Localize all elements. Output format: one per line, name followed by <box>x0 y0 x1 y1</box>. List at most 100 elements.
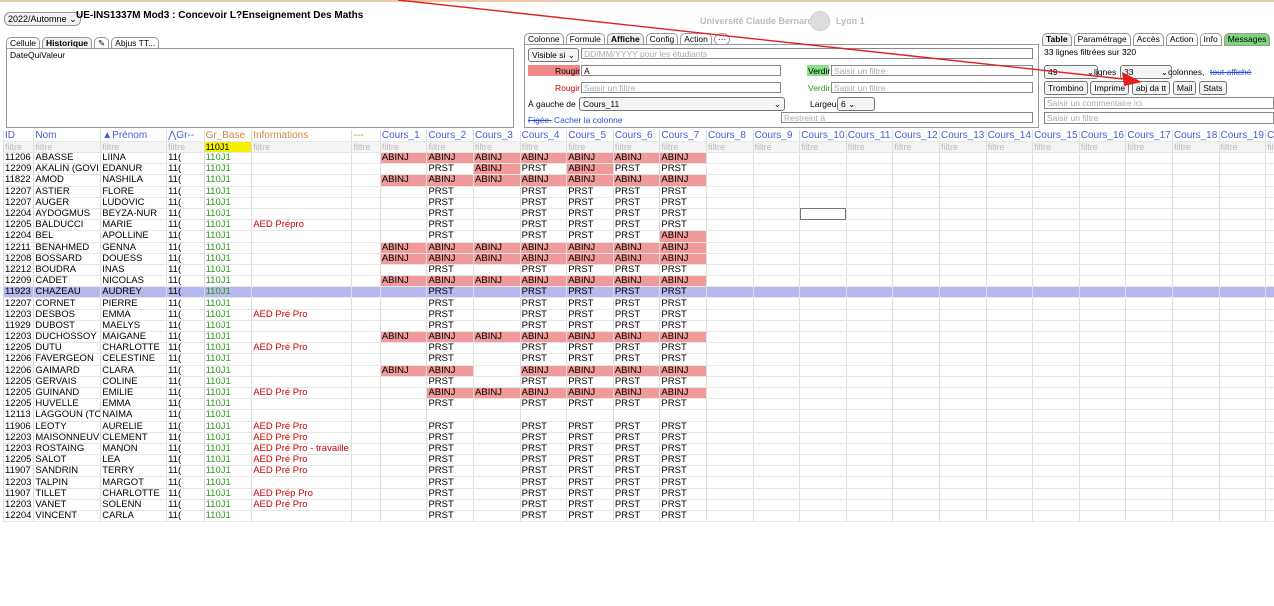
cell-cours-19[interactable] <box>1218 465 1266 478</box>
cell-id[interactable]: 12206 <box>2 365 34 377</box>
cell-cours-2[interactable]: PRST <box>426 432 474 444</box>
cell-separator[interactable] <box>351 454 381 467</box>
cell-cours-7[interactable]: ABINJ <box>659 365 707 377</box>
cell-cours-17[interactable] <box>1125 242 1173 254</box>
cell-informations[interactable] <box>251 242 352 254</box>
cell-cours-7[interactable]: PRST <box>659 376 707 388</box>
column-filter-input[interactable]: filtre <box>251 141 352 153</box>
column-filter-input[interactable]: filtre <box>2 141 34 153</box>
cell-informations[interactable] <box>251 376 352 388</box>
cell-cours-18[interactable] <box>1171 320 1220 333</box>
cell-cours-14[interactable] <box>985 242 1033 254</box>
cell-cours-19[interactable] <box>1218 320 1266 333</box>
cell-cours-11[interactable] <box>845 376 893 388</box>
mail-button[interactable]: Mail <box>1172 81 1197 95</box>
cell-cours-6[interactable]: ABINJ <box>612 174 660 187</box>
cell-cours-17[interactable] <box>1125 476 1173 489</box>
cell-prenom[interactable]: EMMA <box>100 398 167 411</box>
cell-cours-13[interactable] <box>938 499 987 512</box>
cell-cours-12[interactable] <box>892 376 940 388</box>
cell-overflow[interactable] <box>1265 208 1274 221</box>
cell-gr[interactable]: 11( <box>166 353 205 366</box>
cell-cours-14[interactable] <box>985 163 1033 176</box>
cell-cours-11[interactable] <box>845 219 893 232</box>
cell-cours-18[interactable] <box>1171 476 1220 489</box>
cell-cours-9[interactable] <box>752 242 800 254</box>
table-row[interactable]: 12207 CORNET PIERRE 11(110J1 PRST PRST PRST PRS… <box>2 297 1274 310</box>
cell-cours-1[interactable] <box>379 208 427 221</box>
cell-cours-13[interactable] <box>938 286 987 299</box>
cell-cours-18[interactable] <box>1171 219 1220 232</box>
cell-id[interactable]: 12208 <box>2 253 34 265</box>
cell-gr-base[interactable]: 110J1 <box>203 297 252 310</box>
cell-cours-14[interactable] <box>985 197 1033 209</box>
cell-cours-9[interactable] <box>752 432 800 444</box>
cell-cours-19[interactable] <box>1218 331 1266 344</box>
cell-cours-2[interactable]: PRST <box>426 510 474 523</box>
cell-cours-19[interactable] <box>1218 174 1266 187</box>
cell-cours-1[interactable] <box>379 510 427 523</box>
cell-cours-17[interactable] <box>1125 320 1173 333</box>
cell-id[interactable]: 12205 <box>2 454 34 467</box>
cell-cours-12[interactable] <box>892 264 940 277</box>
cell-cours-16[interactable] <box>1078 398 1126 411</box>
cell-cours-18[interactable] <box>1171 510 1220 523</box>
cell-cours-10[interactable] <box>799 264 847 277</box>
cell-overflow[interactable] <box>1265 275 1274 288</box>
cell-cours-9[interactable] <box>752 476 800 489</box>
cell-cours-18[interactable] <box>1171 465 1220 478</box>
stats-button[interactable]: Stats <box>1199 81 1227 95</box>
column-header[interactable]: Cours_4 <box>519 130 567 142</box>
cell-cours-8[interactable] <box>706 353 754 366</box>
cell-cours-9[interactable] <box>752 342 800 355</box>
cell-cours-1[interactable] <box>379 264 427 277</box>
cell-cours-1[interactable] <box>379 488 427 500</box>
cell-cours-14[interactable] <box>985 309 1033 321</box>
cell-nom[interactable]: BOUDRA <box>33 264 101 277</box>
cell-id[interactable]: 12205 <box>2 342 34 355</box>
cell-cours-11[interactable] <box>845 163 893 176</box>
cell-cours-1[interactable] <box>379 376 427 388</box>
cell-cours-6[interactable]: PRST <box>612 488 660 500</box>
cell-cours-7[interactable]: PRST <box>659 443 707 456</box>
cell-gr-base[interactable]: 110J1 <box>203 387 252 400</box>
cell-cours-6[interactable]: PRST <box>612 342 660 355</box>
cell-cours-12[interactable] <box>892 387 940 400</box>
cell-nom[interactable]: CORNET <box>33 297 101 310</box>
column-header[interactable]: Informations <box>251 130 352 142</box>
cell-cours-3[interactable] <box>473 499 521 512</box>
cell-cours-13[interactable] <box>938 253 987 265</box>
cell-cours-19[interactable] <box>1218 398 1266 411</box>
cell-cours-19[interactable] <box>1218 454 1266 467</box>
cell-overflow[interactable] <box>1265 174 1274 187</box>
cell-nom[interactable]: LAGGOUN (TC <box>33 409 101 422</box>
table-row[interactable]: 12203 MAISONNEUV CLEMENT 11(110J1 AED Pré Pr… <box>2 432 1274 444</box>
cell-informations[interactable]: AED Pré Pro <box>251 465 352 478</box>
cell-overflow[interactable] <box>1265 365 1274 377</box>
cell-gr-base[interactable]: 110J1 <box>203 365 252 377</box>
cell-cours-4[interactable]: ABINJ <box>519 365 567 377</box>
cell-informations[interactable] <box>251 174 352 187</box>
cell-prenom[interactable]: MARGOT <box>100 476 167 489</box>
cell-cours-10[interactable] <box>799 230 847 243</box>
cell-cours-12[interactable] <box>892 353 940 366</box>
cell-cours-10[interactable] <box>799 242 847 254</box>
cell-separator[interactable] <box>351 286 381 299</box>
table-row[interactable]: 12204 BEL APOLLINE 11(110J1 PRST PRST PRST PRST… <box>2 230 1274 243</box>
cell-gr-base[interactable]: 110J1 <box>203 186 252 198</box>
cell-cours-14[interactable] <box>985 219 1033 232</box>
cell-cours-10[interactable] <box>799 398 847 411</box>
cell-cours-8[interactable] <box>706 264 754 277</box>
cell-cours-5[interactable]: PRST <box>566 376 614 388</box>
cell-overflow[interactable] <box>1265 286 1274 299</box>
cell-nom[interactable]: AMOD <box>33 174 101 187</box>
cell-cours-10[interactable] <box>799 253 847 265</box>
cell-gr[interactable]: 11( <box>166 510 205 523</box>
cell-cours-13[interactable] <box>938 174 987 187</box>
cell-id[interactable]: 12207 <box>2 197 34 209</box>
cell-nom[interactable]: GERVAIS <box>33 376 101 388</box>
cell-gr-base[interactable]: 110J1 <box>203 342 252 355</box>
cell-overflow[interactable] <box>1265 320 1274 333</box>
cell-cours-9[interactable] <box>752 499 800 512</box>
cell-cours-15[interactable] <box>1032 309 1080 321</box>
